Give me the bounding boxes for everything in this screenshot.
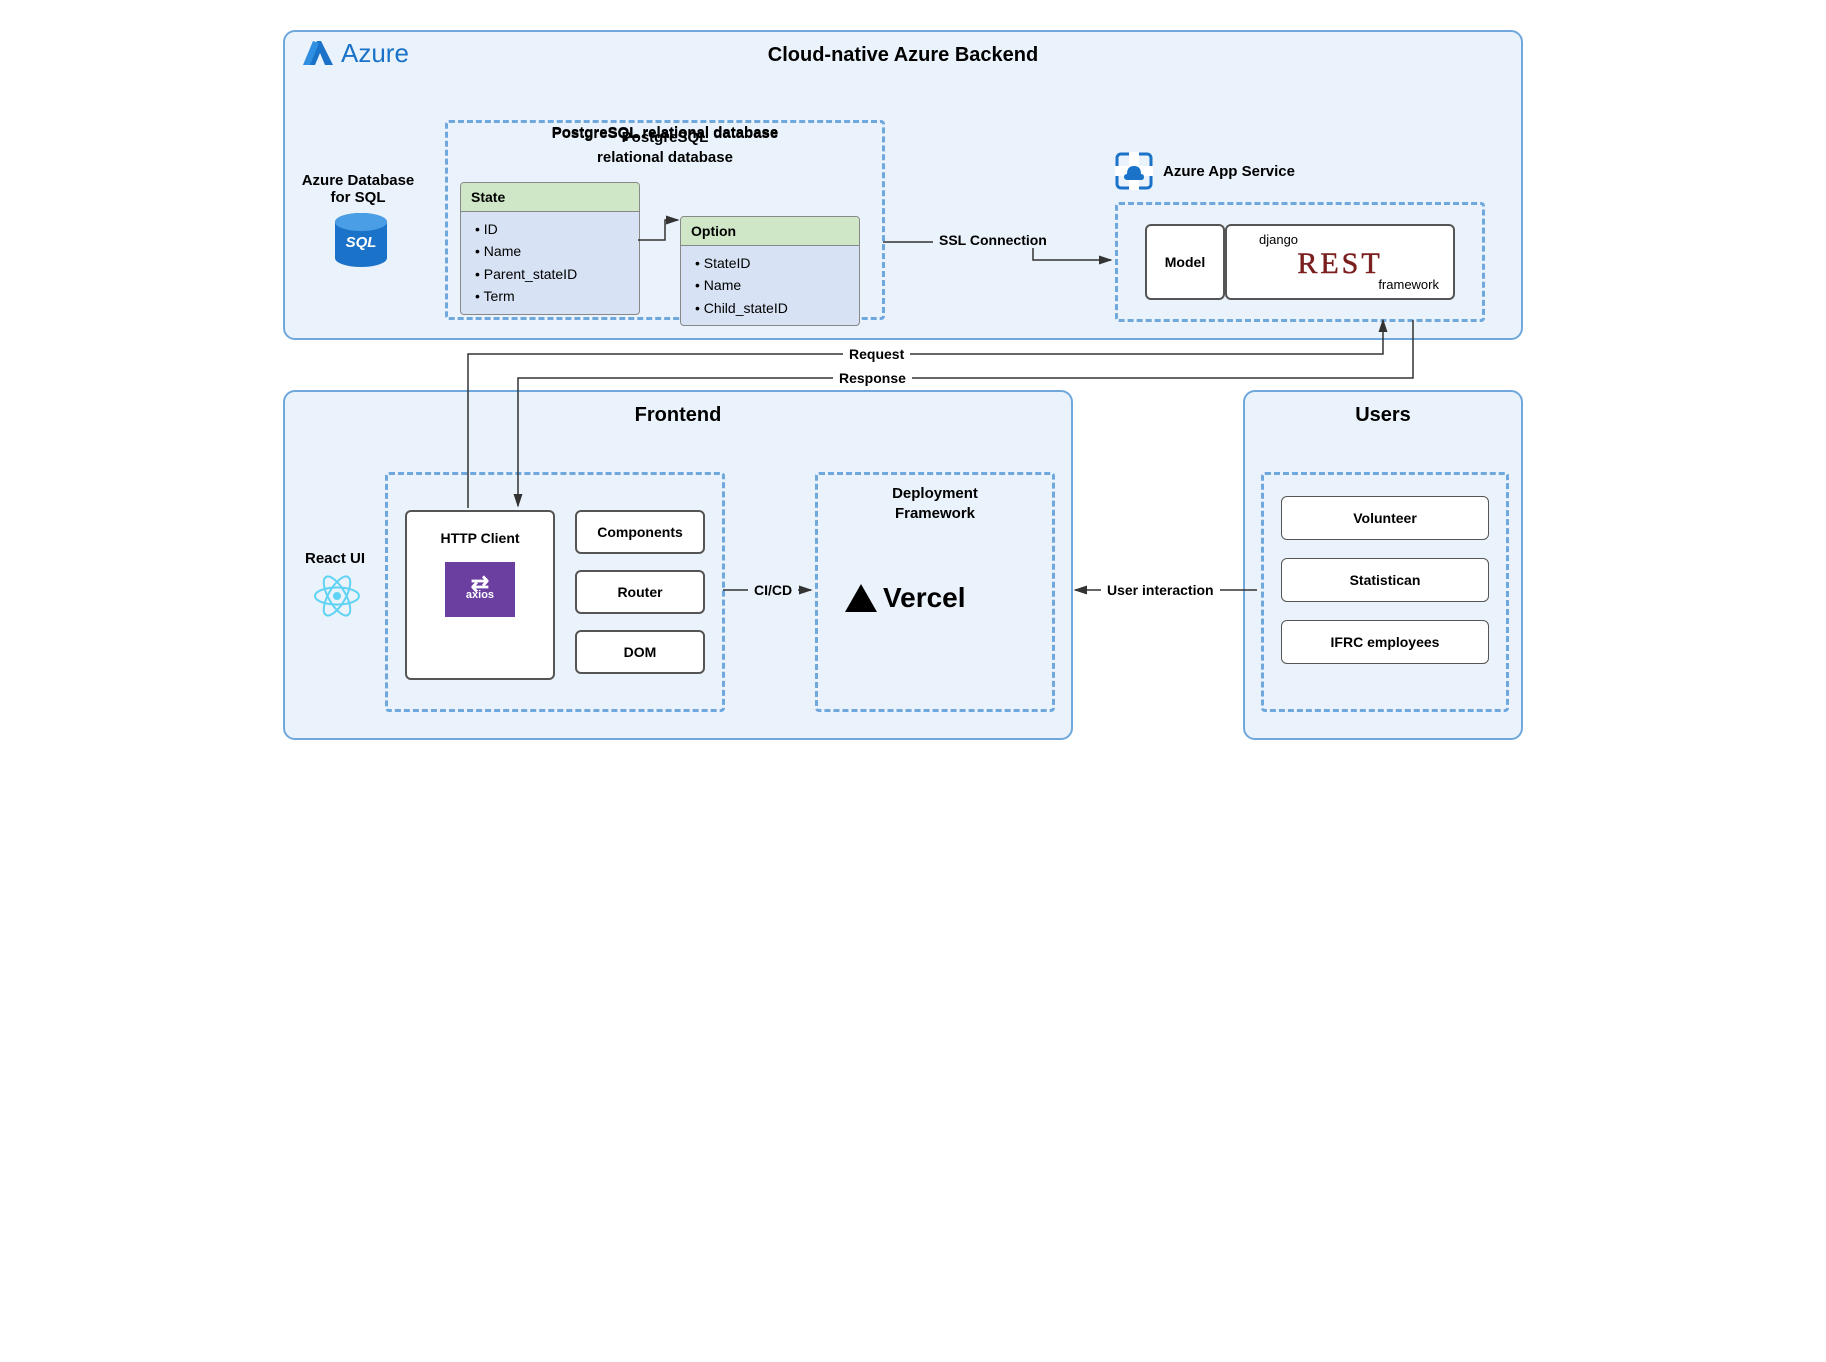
user-statistican: Statistican (1281, 558, 1489, 602)
vercel-icon (845, 584, 877, 612)
frontend-title: Frontend (285, 404, 1071, 427)
svg-text:SQL: SQL (346, 234, 377, 251)
frontend-panel: Frontend React UI HTTP Client ⇄ axios Co… (283, 390, 1073, 740)
option-head: Option (681, 217, 859, 246)
components-box: Components (575, 510, 705, 554)
http-client-box: HTTP Client ⇄ axios (405, 510, 555, 680)
ssl-label: SSL Connection (933, 232, 1053, 248)
request-label: Request (843, 346, 910, 362)
option-fields: • StateID • Name • Child_stateID (681, 246, 859, 325)
router-box: Router (575, 570, 705, 614)
react-label: React UI (295, 550, 375, 567)
react-icon (311, 572, 363, 625)
cicd-label: CI/CD (748, 582, 798, 598)
diagram-canvas: Cloud-native Azure Backend Azure Azure D… (273, 20, 1553, 980)
user-interaction-label: User interaction (1101, 582, 1220, 598)
model-box: Model (1145, 224, 1225, 300)
azure-db-label: Azure Database for SQL (293, 172, 423, 206)
backend-title: Cloud-native Azure Backend (285, 44, 1521, 67)
deploy-title: DeploymentFramework (815, 484, 1055, 523)
state-table: State • ID • Name • Parent_stateID • Ter… (460, 182, 640, 315)
option-table: Option • StateID • Name • Child_stateID (680, 216, 860, 326)
postgres-title-text: PostgreSQLrelational database (445, 128, 885, 167)
state-head: State (461, 183, 639, 212)
axios-icon: ⇄ axios (445, 562, 515, 617)
app-service-header: Azure App Service (1115, 152, 1295, 190)
user-volunteer: Volunteer (1281, 496, 1489, 540)
azure-icon (301, 39, 335, 69)
app-service-label: Azure App Service (1163, 163, 1295, 180)
users-title: Users (1245, 404, 1521, 427)
users-panel: Users Volunteer Statistican IFRC employe… (1243, 390, 1523, 740)
state-fields: • ID • Name • Parent_stateID • Term (461, 212, 639, 314)
drf-box: django REST framework (1225, 224, 1455, 300)
vercel-logo: Vercel (845, 582, 966, 614)
azure-brand-text: Azure (341, 38, 409, 69)
response-label: Response (833, 370, 912, 386)
user-ifrc: IFRC employees (1281, 620, 1489, 664)
sql-cylinder-icon: SQL (331, 212, 391, 275)
app-service-icon (1115, 152, 1153, 190)
dom-box: DOM (575, 630, 705, 674)
azure-logo: Azure (301, 38, 409, 69)
backend-panel: Cloud-native Azure Backend Azure Azure D… (283, 30, 1523, 340)
